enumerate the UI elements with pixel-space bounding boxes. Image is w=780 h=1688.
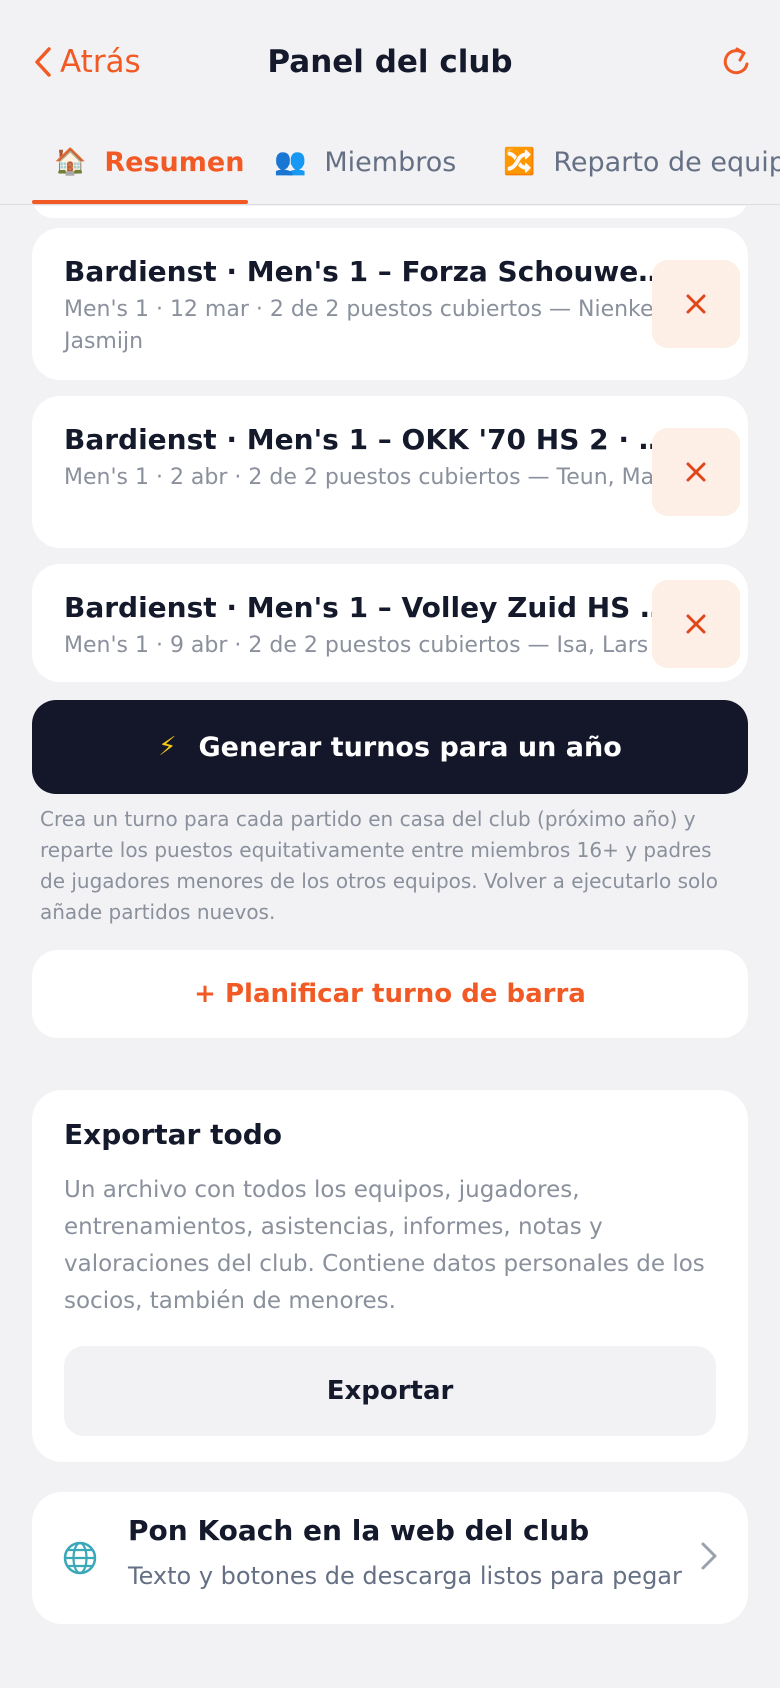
- house-icon: 🏠: [54, 147, 87, 177]
- export-title: Exportar todo: [64, 1118, 283, 1151]
- delete-shift-button[interactable]: [652, 260, 740, 348]
- tab-reparto[interactable]: 🔀 Reparto de equipos: [503, 120, 780, 204]
- plan-bar-shift-button[interactable]: + Planificar turno de barra: [32, 950, 748, 1038]
- shift-title: Bardienst · Men's 1 – Forza Schouwen-Dui…: [64, 255, 684, 288]
- shift-subtitle: Men's 1 · 2 abr · 2 de 2 puestos cubiert…: [64, 465, 683, 490]
- shift-title: Bardienst · Men's 1 – Volley Zuid HS 3 ·…: [64, 591, 684, 624]
- tab-miembros[interactable]: 👥 Miembros: [274, 120, 456, 204]
- tab-label: Reparto de equipos: [553, 146, 780, 178]
- close-icon: [686, 462, 706, 482]
- tab-bar: 🏠 Resumen 👥 Miembros 🔀 Reparto de equipo…: [0, 120, 780, 205]
- shuffle-icon: 🔀: [503, 147, 536, 177]
- chevron-right-icon: [701, 1542, 717, 1570]
- shift-card: Bardienst · Men's 1 – OKK '70 HS 2 · 21:…: [32, 396, 748, 548]
- web-card-subtitle: Texto y botones de descarga listos para …: [128, 1562, 682, 1590]
- close-icon: [686, 614, 706, 634]
- refresh-icon[interactable]: [716, 42, 756, 82]
- export-button[interactable]: Exportar: [64, 1346, 716, 1436]
- tab-label: Miembros: [324, 146, 457, 178]
- shift-subtitle: Men's 1 · 12 mar · 2 de 2 puestos cubier…: [64, 297, 661, 354]
- page-title: Panel del club: [267, 44, 513, 80]
- lightning-icon: ⚡: [158, 732, 177, 762]
- shift-title: Bardienst · Men's 1 – OKK '70 HS 2 · 21:…: [64, 423, 684, 456]
- scroll-content[interactable]: Bardienst · Men's 1 – Forza Schouwen-Dui…: [0, 206, 780, 1688]
- generate-label: Generar turnos para un año: [198, 731, 622, 763]
- tab-label: Resumen: [104, 146, 245, 178]
- people-icon: 👥: [274, 147, 307, 177]
- delete-shift-button[interactable]: [652, 428, 740, 516]
- shift-card: Bardienst · Men's 1 – Volley Zuid HS 3 ·…: [32, 564, 748, 682]
- delete-shift-button[interactable]: [652, 580, 740, 668]
- tab-resumen[interactable]: 🏠 Resumen: [54, 120, 244, 204]
- shift-card: Bardienst · Men's 1 – Forza Schouwen-Dui…: [32, 228, 748, 380]
- top-bar: Atrás Panel del club: [0, 0, 780, 120]
- close-icon: [686, 294, 706, 314]
- club-website-card[interactable]: Pon Koach en la web del club Texto y bot…: [32, 1492, 748, 1624]
- export-description: Un archivo con todos los equipos, jugado…: [64, 1177, 705, 1314]
- previous-card-edge: [32, 206, 748, 218]
- generate-help-text: Crea un turno para cada partido en casa …: [40, 807, 719, 924]
- web-card-title: Pon Koach en la web del club: [128, 1514, 590, 1547]
- export-card: Exportar todo Un archivo con todos los e…: [32, 1090, 748, 1462]
- globe-icon: [63, 1541, 97, 1575]
- generate-year-shifts-button[interactable]: ⚡ Generar turnos para un año: [32, 700, 748, 794]
- shift-subtitle: Men's 1 · 9 abr · 2 de 2 puestos cubiert…: [64, 633, 649, 658]
- active-tab-indicator: [32, 200, 248, 204]
